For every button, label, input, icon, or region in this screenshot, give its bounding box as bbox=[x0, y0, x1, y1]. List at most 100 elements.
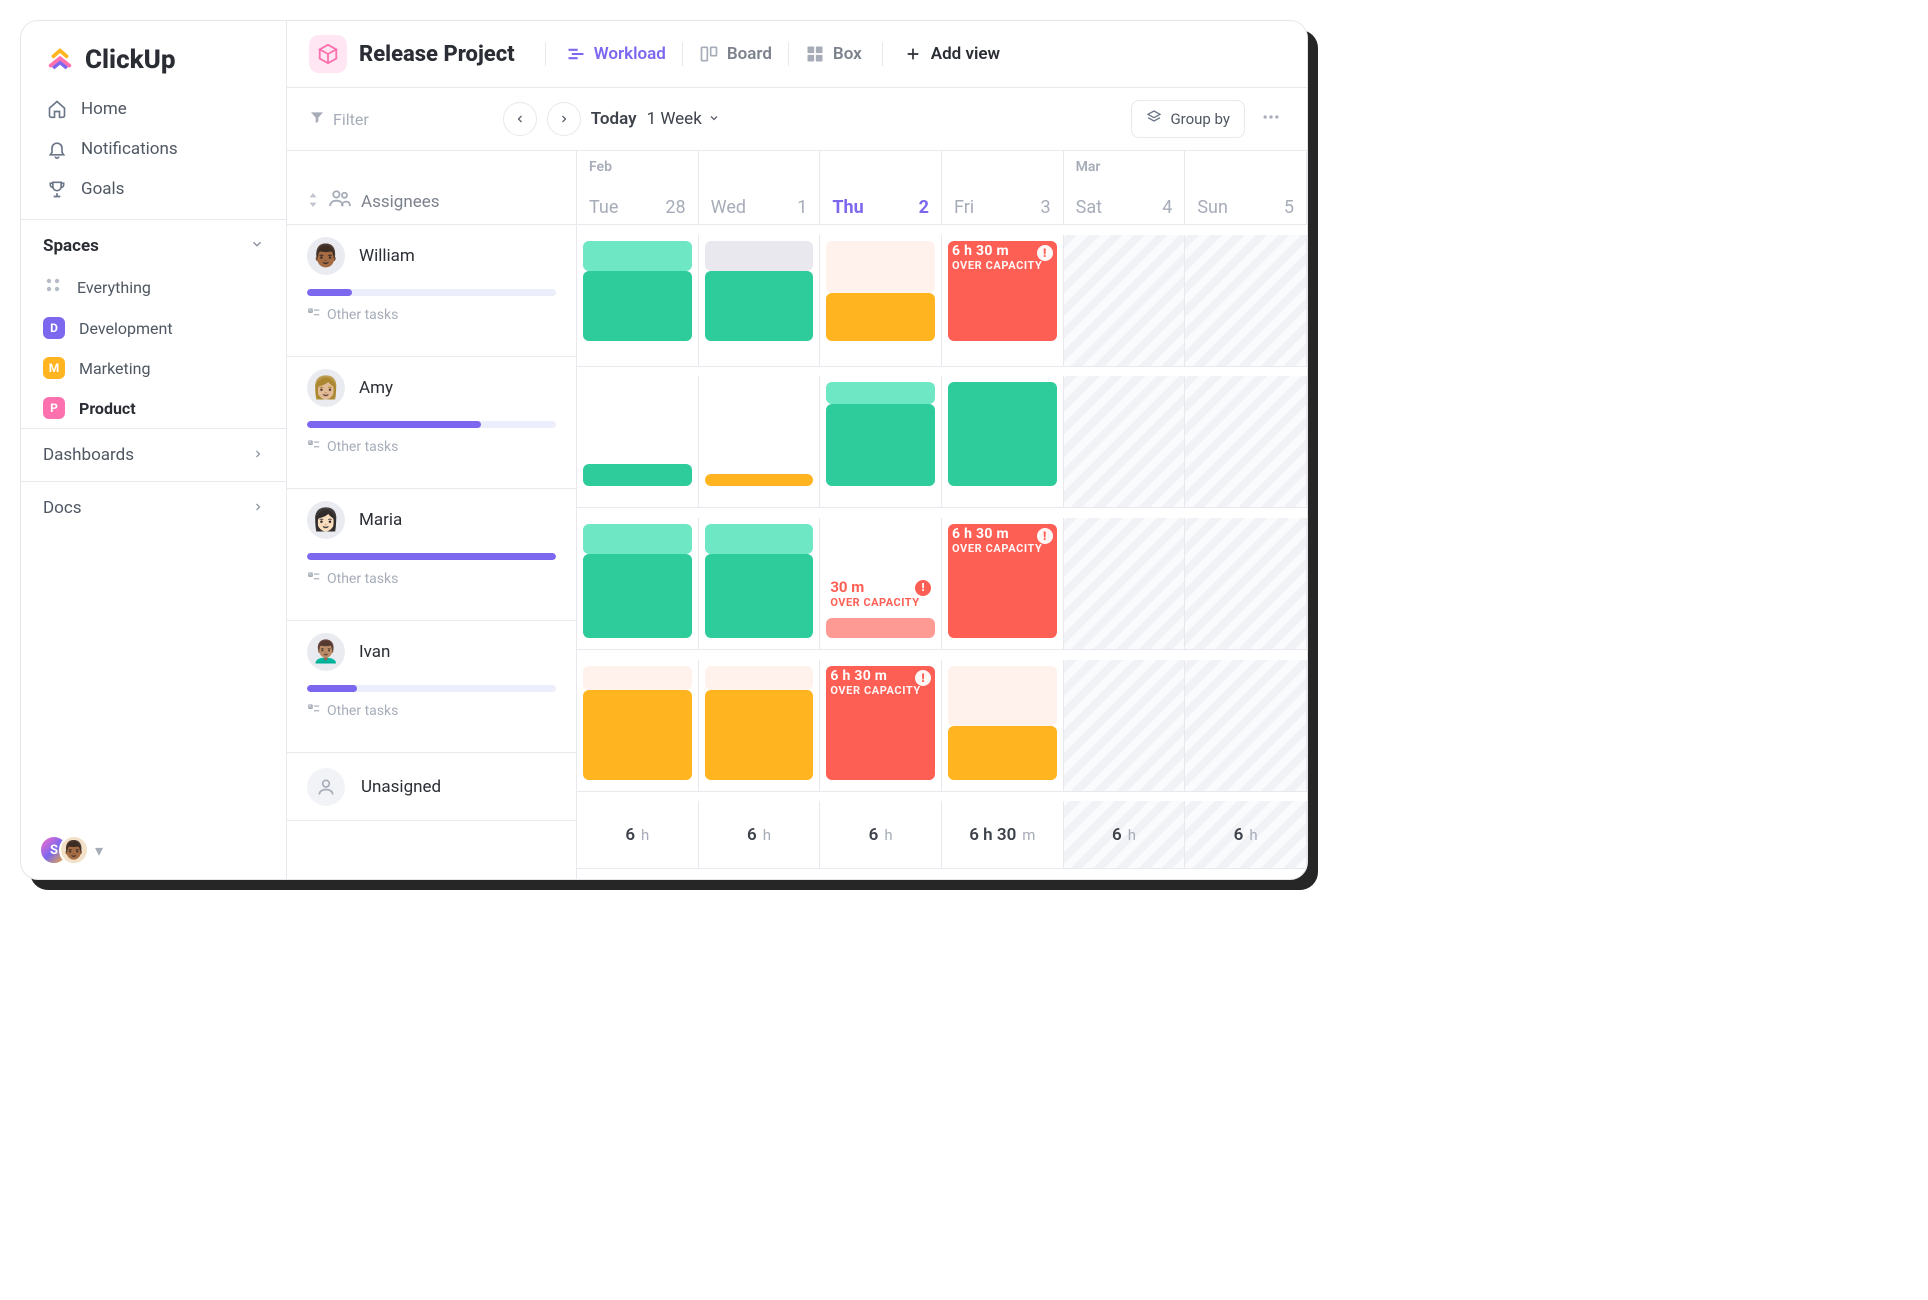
over-capacity-badge: 6 h 30 mOVER CAPACITY ! bbox=[952, 526, 1053, 555]
tab-label: Board bbox=[727, 44, 772, 64]
workload-block[interactable] bbox=[948, 726, 1057, 780]
day-total: 6h bbox=[1064, 801, 1186, 869]
group-by-button[interactable]: Group by bbox=[1131, 100, 1245, 138]
workload-cell bbox=[1185, 518, 1307, 650]
assignee-row[interactable]: 👨🏾 William Other tasks bbox=[287, 225, 576, 357]
prev-button[interactable] bbox=[503, 102, 537, 136]
sidebar-item-dashboards[interactable]: Dashboards bbox=[21, 428, 286, 481]
workload-block[interactable] bbox=[826, 241, 935, 293]
month-label: Mar bbox=[1076, 159, 1173, 175]
unassigned-label: Unasigned bbox=[361, 777, 441, 797]
workload-cell: 6 h 30 mOVER CAPACITY ! bbox=[942, 235, 1064, 367]
workload-block[interactable] bbox=[583, 241, 692, 271]
over-capacity-badge: 6 h 30 mOVER CAPACITY ! bbox=[830, 668, 931, 697]
workload-block[interactable] bbox=[948, 382, 1057, 486]
workload-cell bbox=[577, 376, 699, 508]
total-value: 6 bbox=[869, 825, 879, 845]
range-selector[interactable]: 1 Week bbox=[647, 109, 720, 129]
day-header: Mar Sat4 bbox=[1064, 151, 1186, 225]
workload-cell bbox=[1064, 376, 1186, 508]
workload-block[interactable] bbox=[583, 666, 692, 690]
more-button[interactable] bbox=[1257, 103, 1285, 135]
tab-workload[interactable]: Workload bbox=[562, 40, 670, 68]
board-icon bbox=[699, 44, 719, 64]
sidebar-item-notifications[interactable]: Notifications bbox=[31, 129, 276, 169]
other-tasks-toggle[interactable]: Other tasks bbox=[307, 570, 556, 588]
other-tasks-toggle[interactable]: Other tasks bbox=[307, 702, 556, 720]
space-label: Product bbox=[79, 399, 136, 418]
workload-block[interactable] bbox=[826, 382, 935, 404]
workload-block[interactable] bbox=[705, 666, 814, 690]
workload-cell bbox=[577, 235, 699, 367]
filter-icon bbox=[309, 109, 325, 129]
assignee-row[interactable]: 👩🏻 Maria Other tasks bbox=[287, 489, 576, 621]
workload-block[interactable] bbox=[583, 690, 692, 780]
add-view-button[interactable]: Add view bbox=[899, 40, 1004, 68]
project-title: Release Project bbox=[359, 42, 515, 67]
people-icon bbox=[329, 189, 351, 212]
sidebar: ClickUp Home Notifications Goals Spaces bbox=[21, 21, 287, 879]
sidebar-space-marketing[interactable]: M Marketing bbox=[21, 348, 286, 388]
user-avatar: 👨🏾 bbox=[59, 835, 89, 865]
assignee-row-unassigned[interactable]: Unasigned bbox=[287, 753, 576, 821]
workload-block[interactable] bbox=[583, 271, 692, 341]
workload-block[interactable] bbox=[705, 554, 814, 638]
sidebar-item-goals[interactable]: Goals bbox=[31, 169, 276, 209]
assignee-name: Ivan bbox=[359, 642, 390, 662]
month-label: Feb bbox=[589, 159, 686, 175]
next-button[interactable] bbox=[547, 102, 581, 136]
workload-block[interactable] bbox=[826, 404, 935, 486]
tab-box[interactable]: Box bbox=[801, 40, 866, 68]
docs-label: Docs bbox=[43, 498, 82, 518]
total-unit: h bbox=[1128, 826, 1136, 844]
spaces-header[interactable]: Spaces bbox=[21, 220, 286, 266]
capacity-bar bbox=[307, 685, 556, 692]
total-value: 6 h 30 bbox=[969, 825, 1016, 845]
today-button[interactable]: Today bbox=[591, 109, 637, 129]
workload-cell bbox=[1185, 235, 1307, 367]
day-number: 1 bbox=[797, 197, 807, 218]
space-badge: M bbox=[43, 357, 65, 379]
sidebar-item-everything[interactable]: Everything bbox=[21, 266, 286, 308]
workload-block[interactable] bbox=[583, 524, 692, 554]
sidebar-space-development[interactable]: D Development bbox=[21, 308, 286, 348]
workload-block[interactable] bbox=[705, 524, 814, 554]
assignee-row[interactable]: 👩🏼 Amy Other tasks bbox=[287, 357, 576, 489]
workload-block[interactable] bbox=[826, 618, 935, 638]
assignee-header[interactable]: Assignees bbox=[287, 151, 576, 225]
workload-cell: 6 h 30 mOVER CAPACITY ! bbox=[820, 660, 942, 792]
workload-cell bbox=[699, 518, 821, 650]
sidebar-item-docs[interactable]: Docs bbox=[21, 481, 286, 534]
assignee-row[interactable]: 👨🏽‍🦱 Ivan Other tasks bbox=[287, 621, 576, 753]
warning-icon: ! bbox=[915, 670, 931, 686]
workload-grid: Assignees 👨🏾 William Other tasks 👩🏼 Amy … bbox=[287, 151, 1307, 879]
workload-block[interactable] bbox=[705, 241, 814, 271]
sidebar-item-home[interactable]: Home bbox=[31, 89, 276, 129]
checklist-icon bbox=[307, 570, 321, 588]
assignee-name: William bbox=[359, 246, 415, 266]
group-by-label: Group by bbox=[1170, 110, 1230, 128]
other-tasks-toggle[interactable]: Other tasks bbox=[307, 438, 556, 456]
warning-icon: ! bbox=[915, 580, 931, 596]
day-number: 3 bbox=[1041, 197, 1051, 218]
other-tasks-toggle[interactable]: Other tasks bbox=[307, 306, 556, 324]
app-name: ClickUp bbox=[85, 45, 176, 75]
workload-block[interactable] bbox=[826, 293, 935, 341]
tab-board[interactable]: Board bbox=[695, 40, 776, 68]
workload-block[interactable] bbox=[583, 554, 692, 638]
workload-cell bbox=[942, 660, 1064, 792]
app-logo[interactable]: ClickUp bbox=[21, 21, 286, 89]
workload-block[interactable] bbox=[705, 474, 814, 486]
filter-button[interactable]: Filter bbox=[309, 109, 369, 129]
user-switcher[interactable]: S 👨🏾 ▾ bbox=[21, 821, 286, 879]
sidebar-space-product[interactable]: P Product bbox=[21, 388, 286, 428]
avatar: 👨🏽‍🦱 bbox=[307, 633, 345, 671]
workload-block[interactable] bbox=[705, 690, 814, 780]
workload-block[interactable] bbox=[948, 666, 1057, 726]
total-value: 6 bbox=[1112, 825, 1122, 845]
workload-block[interactable] bbox=[583, 464, 692, 486]
avatar: 👩🏻 bbox=[307, 501, 345, 539]
nav-label: Notifications bbox=[81, 139, 178, 159]
workload-block[interactable] bbox=[705, 271, 814, 341]
over-capacity-label: 30 mOVER CAPACITY ! bbox=[830, 578, 931, 609]
